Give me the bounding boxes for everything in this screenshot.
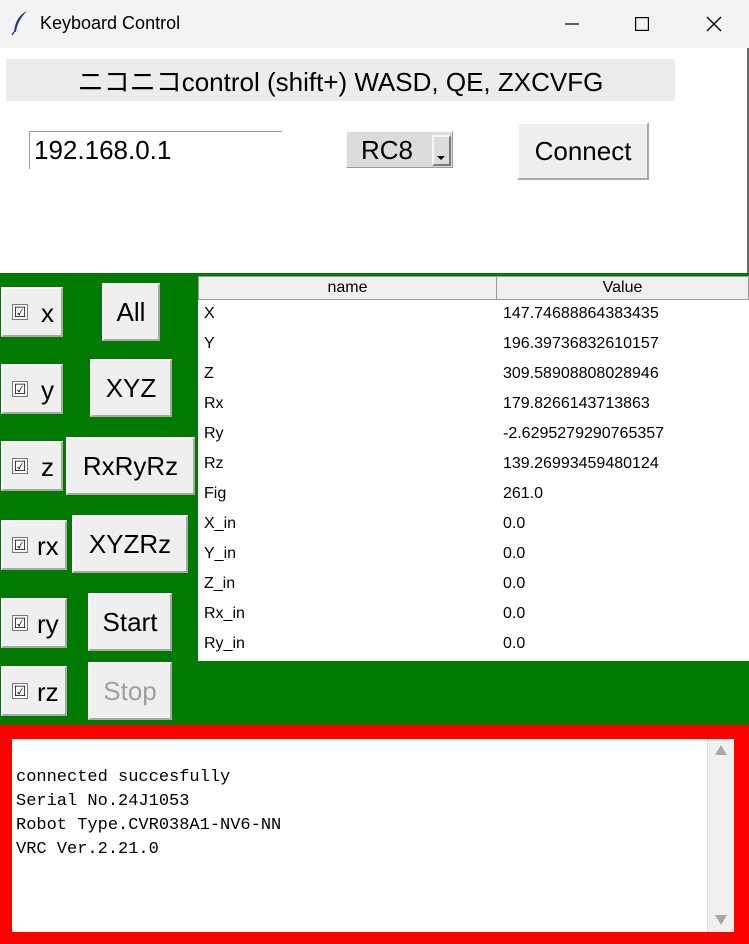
row-value: 0.0 [503,515,526,532]
title-bar: Keyboard Control [0,0,749,48]
row-value: 0.0 [503,575,526,592]
axis-checkbox-rx[interactable]: ☑ rx [1,520,67,570]
row-value: 0.0 [503,605,526,622]
axis-checkbox-rz[interactable]: ☑ rz [1,666,67,716]
table-row[interactable]: Rx 179.8266143713863 [198,390,749,420]
start-button[interactable]: Start [88,593,172,651]
axis-checkbox-ry[interactable]: ☑ ry [1,598,67,648]
log-line: Robot Type.CVR038A1-NV6-NN [16,816,282,835]
checkbox-checked-icon: ☑ [12,304,28,320]
instructions-label: ニコニコcontrol (shift+) WASD, QE, ZXCVFG [6,59,675,101]
axis-label-x: x [41,298,54,328]
row-name: Y_in [204,545,237,562]
row-value: 0.0 [503,545,526,562]
maximize-button[interactable] [607,0,677,48]
table-row[interactable]: X 147.74688864383435 [198,300,749,330]
window-title: Keyboard Control [40,13,181,33]
row-name: X_in [204,515,237,532]
log-line: Serial No.24J1053 [16,792,190,811]
axis-label-z: z [41,452,54,482]
column-header-value[interactable]: Value [496,276,749,300]
dropdown-arrow-icon[interactable] [432,135,451,166]
row-name: Rx [204,395,224,412]
minimize-button[interactable] [537,0,607,48]
row-value: 309.58908808028946 [503,365,659,382]
table-row[interactable]: Rx_in 0.0 [198,600,749,630]
all-button[interactable]: All [102,283,160,341]
axis-label-y: y [41,375,54,405]
close-icon [706,16,722,32]
row-name: Z [204,365,214,382]
table-row[interactable]: Ry -2.6295279290765357 [198,420,749,450]
checkbox-checked-icon: ☑ [12,537,28,553]
row-value: 179.8266143713863 [503,395,650,412]
table-row[interactable]: Fig 261.0 [198,480,749,510]
table-row[interactable]: Y 196.39736832610157 [198,330,749,360]
row-name: Rz [204,455,224,472]
axis-label-rx: rx [37,531,59,561]
table-row[interactable]: Ry_in 0.0 [198,630,749,660]
connect-button[interactable]: Connect [517,122,649,180]
axis-label-ry: ry [37,609,59,639]
row-value: 147.74688864383435 [503,305,659,322]
axis-label-rz: rz [37,677,59,707]
row-value: -2.6295279290765357 [503,425,665,442]
xyz-button[interactable]: XYZ [90,359,172,417]
column-header-name[interactable]: name [198,276,497,300]
log-textarea[interactable]: connected succesfully Serial No.24J1053 … [12,739,734,932]
table-row[interactable]: Z_in 0.0 [198,570,749,600]
scroll-down-arrow-icon[interactable] [715,915,727,925]
table-row[interactable]: X_in 0.0 [198,510,749,540]
controller-select-value: RC8 [361,135,414,165]
log-line: VRC Ver.2.21.0 [16,840,159,859]
axis-checkbox-y[interactable]: ☑ y [1,364,63,414]
row-name: Fig [204,485,227,502]
feather-icon [11,11,27,36]
table-row[interactable]: Rz 139.26993459480124 [198,450,749,480]
checkbox-checked-icon: ☑ [12,615,28,631]
row-name: Y [204,335,215,352]
scroll-up-arrow-icon[interactable] [715,745,727,755]
table-row[interactable]: Y_in 0.0 [198,540,749,570]
checkbox-checked-icon: ☑ [12,458,28,474]
controller-select[interactable]: RC8 [346,131,453,168]
maximize-icon [635,17,649,31]
row-value: 139.26993459480124 [503,455,659,472]
row-name: Ry [204,425,224,442]
row-value: 0.0 [503,635,526,652]
row-name: X [204,305,215,322]
row-name: Rx_in [204,605,245,622]
ip-address-input[interactable] [29,131,282,169]
checkbox-checked-icon: ☑ [12,381,28,397]
row-value: 196.39736832610157 [503,335,659,352]
minimize-icon [565,23,579,25]
rxryrz-button[interactable]: RxRyRz [66,437,195,495]
table-row[interactable]: Z 309.58908808028946 [198,360,749,390]
checkbox-checked-icon: ☑ [12,683,28,699]
close-button[interactable] [679,0,749,48]
row-name: Ry_in [204,635,245,652]
row-name: Z_in [204,575,236,592]
row-value: 261.0 [503,485,544,502]
log-scrollbar[interactable] [707,739,734,932]
axis-checkbox-z[interactable]: ☑ z [1,441,63,491]
log-line: connected succesfully [16,768,231,787]
axis-checkbox-x[interactable]: ☑ x [1,287,63,337]
xyzrz-button[interactable]: XYZRz [72,515,188,573]
stop-button[interactable]: Stop [88,662,172,720]
pose-table: name Value X 147.74688864383435 Y 196.39… [198,276,749,661]
